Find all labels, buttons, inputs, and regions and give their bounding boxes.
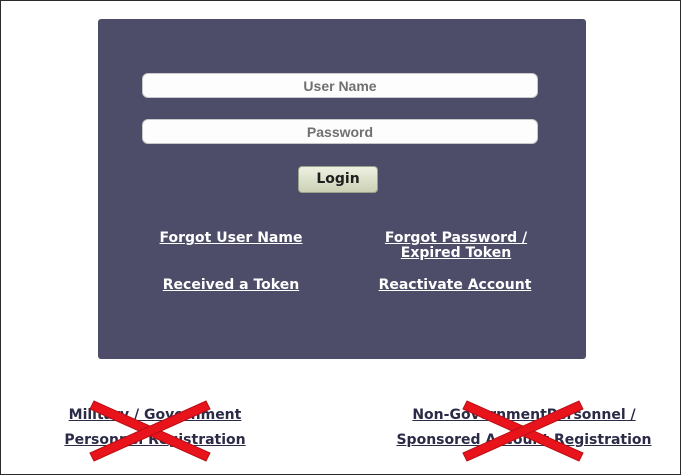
forgot-password-link-line2: Expired Token [400,245,512,261]
reactivate-account-link[interactable]: Reactivate Account [360,278,550,293]
nongov-registration-line2: Sponsored Account Registration [396,432,652,448]
forgot-password-link-line1: Forgot Password / [384,230,528,246]
forgot-username-link[interactable]: Forgot User Name [146,231,316,246]
received-token-link[interactable]: Received a Token [146,278,316,293]
nongov-registration-line1: Non-GovernmentPersonnel / [412,407,636,423]
nongov-registration-link[interactable]: Non-GovernmentPersonnel / Sponsored Acco… [374,403,674,453]
military-registration-line2: Personnel Registration [64,432,246,448]
username-input[interactable] [142,73,538,98]
military-registration-link[interactable]: Military / Government Personnel Registra… [40,403,270,453]
login-button[interactable]: Login [298,166,378,193]
military-registration-line1: Military / Government [68,407,242,423]
forgot-password-link[interactable]: Forgot Password / Expired Token [366,231,546,261]
login-panel: Login Forgot User Name Forgot Password /… [98,19,586,359]
password-input[interactable] [142,119,538,144]
